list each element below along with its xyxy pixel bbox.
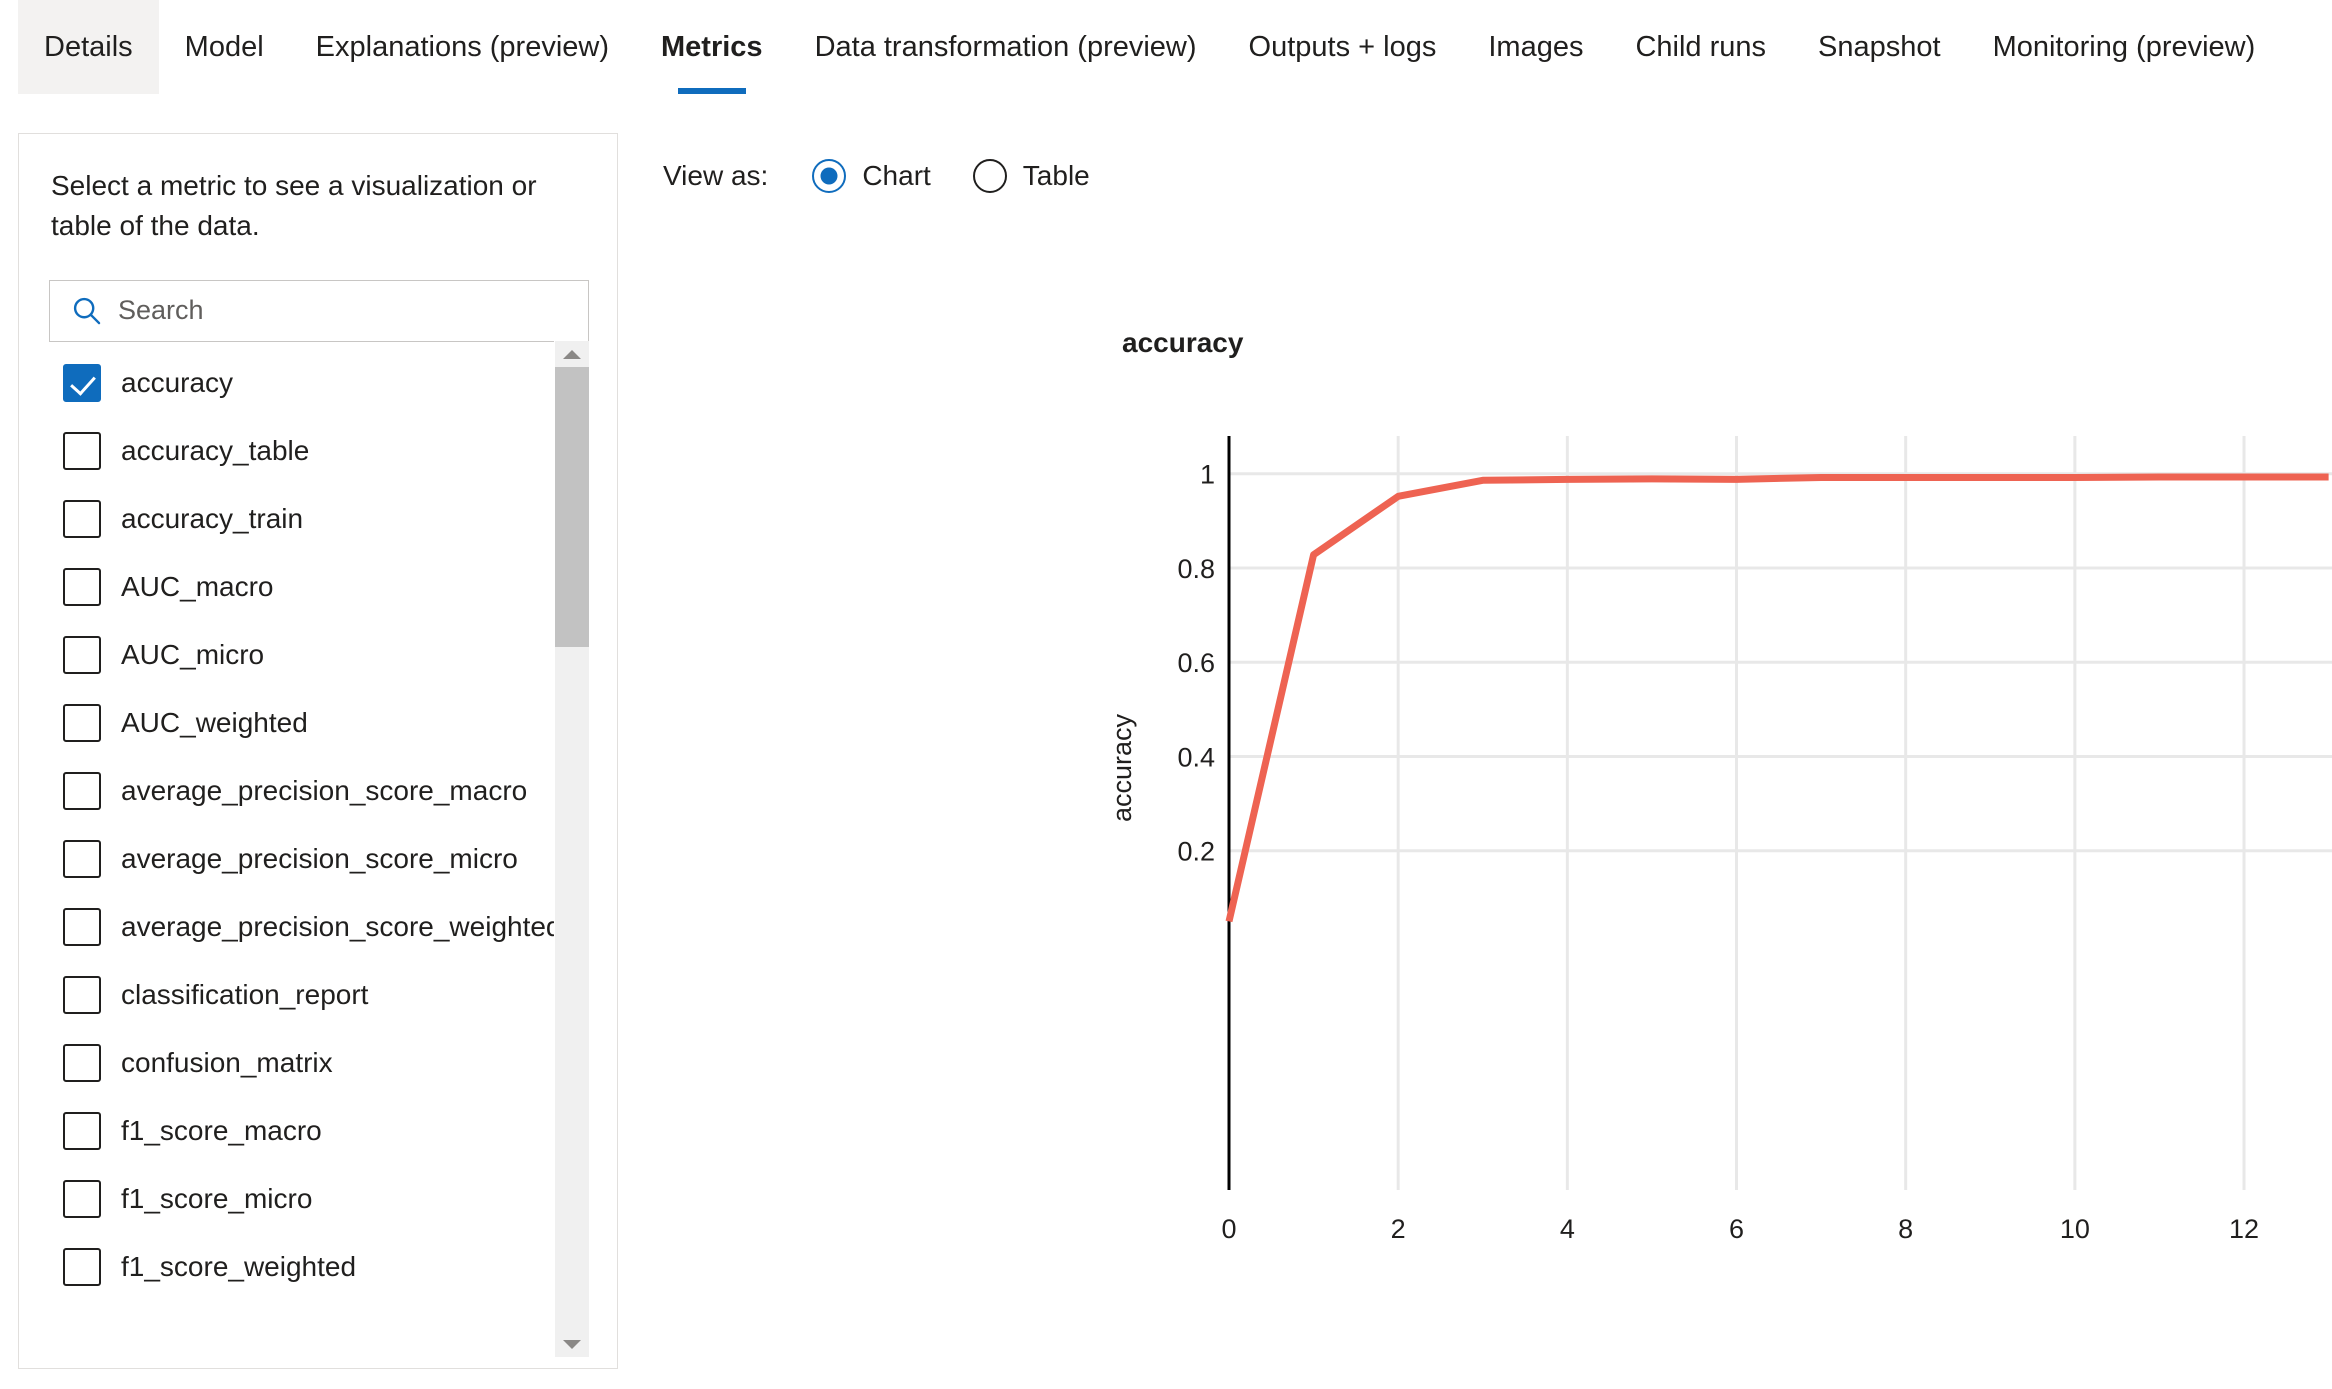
metric-label: average_precision_score_weighted — [121, 911, 554, 942]
checkbox-icon[interactable] — [63, 840, 101, 878]
metric-list-item[interactable]: accuracy — [49, 349, 554, 417]
y-tick-label: 0.8 — [1177, 554, 1215, 584]
tab-label: Explanations (preview) — [315, 30, 610, 63]
checkbox-icon[interactable] — [63, 1044, 101, 1082]
metric-label: accuracy_train — [121, 503, 304, 534]
scrollbar-thumb[interactable] — [555, 367, 589, 647]
accuracy-line-chart: 0.20.40.60.810 2 4 6 8 10 12accuracy — [1107, 436, 2332, 1244]
metric-list-item[interactable]: average_precision_score_macro — [49, 757, 554, 825]
tab-bar: Details Model Explanations (preview) Metric… — [0, 0, 2332, 110]
x-tick-label: 0 — [1221, 1214, 1236, 1244]
tab-label: Outputs + logs — [1248, 30, 1437, 63]
panel-description: Select a metric to see a visualization o… — [51, 170, 537, 241]
metric-list-item[interactable]: classification_report — [49, 961, 554, 1029]
radio-option-table[interactable]: Table — [972, 159, 1090, 193]
y-tick-label: 0.4 — [1177, 742, 1215, 772]
metric-list-item[interactable]: accuracy_train — [49, 485, 554, 553]
view-as-control: View as: Chart Table — [663, 152, 1132, 200]
metric-list-item[interactable]: f1_score_micro — [49, 1165, 554, 1233]
metric-selection-panel: Select a metric to see a visualization o… — [18, 133, 618, 1369]
x-tick-label: 10 — [2060, 1214, 2090, 1244]
tab-metrics[interactable]: Metrics — [635, 0, 789, 94]
tab-child-runs[interactable]: Child runs — [1609, 0, 1792, 94]
checkbox-icon[interactable] — [63, 432, 101, 470]
y-tick-label: 0.6 — [1177, 648, 1215, 678]
tab-label: Images — [1488, 30, 1584, 63]
tab-outputs-logs[interactable]: Outputs + logs — [1223, 0, 1463, 94]
metric-label: average_precision_score_macro — [121, 775, 528, 806]
metric-list-item[interactable]: average_precision_score_micro — [49, 825, 554, 893]
tab-snapshot[interactable]: Snapshot — [1792, 0, 1967, 94]
radio-option-chart[interactable]: Chart — [812, 159, 931, 193]
metric-list: accuracy accuracy_table accuracy_train AUC_… — [49, 341, 589, 1357]
y-tick-label: 1 — [1200, 460, 1215, 490]
x-tick-label: 6 — [1729, 1214, 1744, 1244]
view-as-label: View as: — [663, 160, 769, 191]
tab-images[interactable]: Images — [1462, 0, 1609, 94]
metric-list-item[interactable]: confusion_matrix — [49, 1029, 554, 1097]
metric-label: AUC_macro — [121, 571, 274, 602]
x-tick-label: 12 — [2229, 1214, 2259, 1244]
scroll-down-arrow[interactable] — [555, 1331, 589, 1357]
metric-label: average_precision_score_micro — [121, 843, 518, 874]
metric-label: classification_report — [121, 979, 369, 1010]
metric-label: accuracy_table — [121, 435, 310, 466]
tab-monitoring-preview[interactable]: Monitoring (preview) — [1967, 0, 2282, 94]
metric-list-item[interactable]: average_precision_score_weighted — [49, 893, 554, 961]
x-tick-label: 4 — [1560, 1214, 1575, 1244]
y-tick-label: 0.2 — [1177, 837, 1215, 867]
active-tab-indicator — [677, 88, 746, 94]
metric-list-item[interactable]: AUC_weighted — [49, 689, 554, 757]
radio-table-label: Table — [1022, 160, 1090, 191]
metric-label: AUC_micro — [121, 639, 265, 670]
x-tick-label: 8 — [1898, 1214, 1913, 1244]
x-tick-label: 2 — [1391, 1214, 1406, 1244]
metric-list-item[interactable]: f1_score_weighted — [49, 1233, 554, 1301]
checkbox-checked-icon[interactable] — [63, 364, 101, 402]
checkbox-icon[interactable] — [63, 908, 101, 946]
radio-table-indicator[interactable] — [972, 159, 1007, 193]
search-box[interactable] — [49, 279, 589, 342]
scroll-up-arrow[interactable] — [555, 341, 589, 367]
radio-chart-indicator[interactable] — [812, 159, 847, 193]
chart-title: accuracy — [1122, 327, 1244, 358]
checkbox-icon[interactable] — [63, 772, 101, 810]
tab-label: Monitoring (preview) — [1992, 30, 2256, 63]
checkbox-icon[interactable] — [63, 976, 101, 1014]
metric-list-item[interactable]: f1_score_macro — [49, 1097, 554, 1165]
tab-label: Child runs — [1635, 30, 1767, 63]
checkbox-icon[interactable] — [63, 568, 101, 606]
search-icon — [73, 297, 101, 324]
tab-label: Metrics — [661, 30, 763, 63]
metric-list-item[interactable]: AUC_micro — [49, 621, 554, 689]
tab-label: Snapshot — [1818, 30, 1941, 63]
tab-model[interactable]: Model — [159, 0, 290, 94]
checkbox-icon[interactable] — [63, 500, 101, 538]
search-input[interactable] — [118, 280, 588, 341]
series-line-accuracy — [1225, 473, 2329, 923]
checkbox-icon[interactable] — [63, 1248, 101, 1286]
tab-label: Data transformation (preview) — [814, 30, 1197, 63]
metric-label: f1_score_weighted — [121, 1251, 357, 1282]
tab-details[interactable]: Details — [18, 0, 159, 94]
metric-list-item[interactable]: accuracy_table — [49, 417, 554, 485]
metric-list-item[interactable]: AUC_macro — [49, 553, 554, 621]
checkbox-icon[interactable] — [63, 1112, 101, 1150]
radio-chart-label: Chart — [862, 160, 931, 191]
y-axis-label: accuracy — [1107, 713, 1137, 822]
tab-explanations-preview[interactable]: Explanations (preview) — [290, 0, 635, 94]
metric-label: f1_score_micro — [121, 1183, 313, 1214]
checkbox-icon[interactable] — [63, 704, 101, 742]
metric-label: f1_score_macro — [121, 1115, 322, 1146]
tab-label: Details — [44, 30, 133, 63]
checkbox-icon[interactable] — [63, 636, 101, 674]
metric-label: accuracy — [121, 367, 234, 398]
metric-list-scrollbar[interactable] — [554, 341, 589, 1357]
checkbox-icon[interactable] — [63, 1180, 101, 1218]
tab-data-transformation-preview[interactable]: Data transformation (preview) — [789, 0, 1223, 94]
metric-label: confusion_matrix — [121, 1047, 333, 1078]
tab-label: Model — [184, 30, 264, 63]
metric-label: AUC_weighted — [121, 707, 308, 738]
